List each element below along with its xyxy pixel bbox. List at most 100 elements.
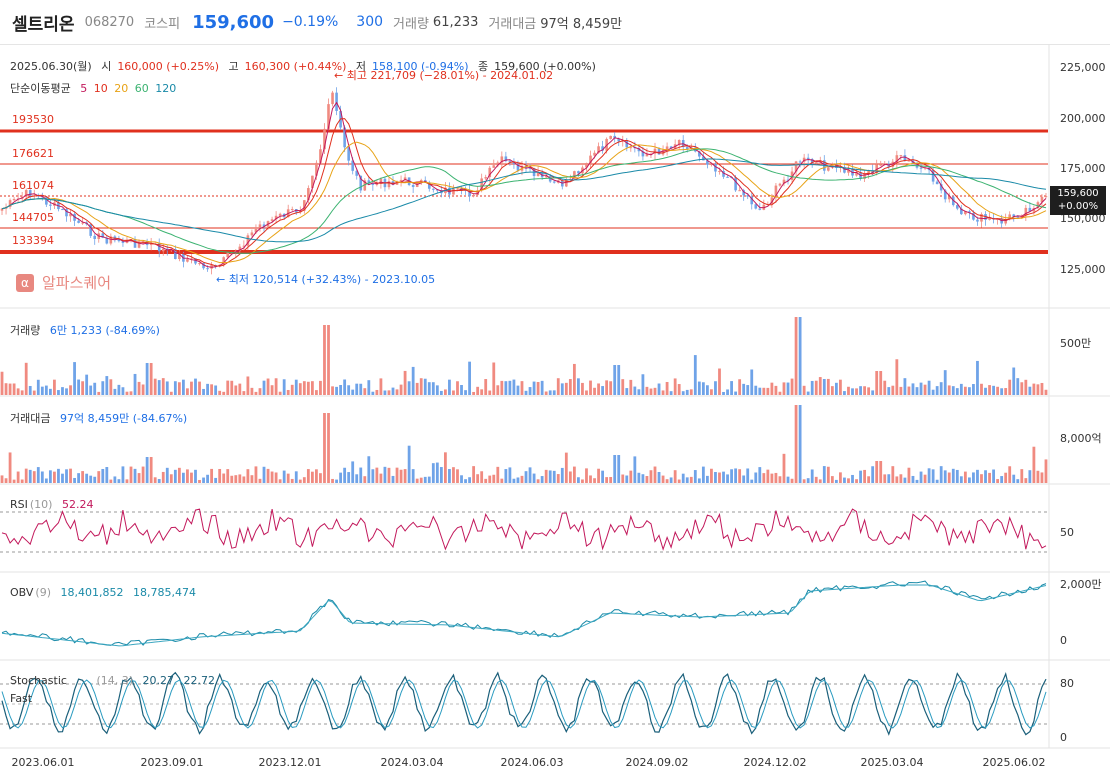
price-tick: 125,000: [1060, 263, 1106, 276]
volume-bar: [242, 391, 246, 395]
volume-bar: [826, 378, 830, 395]
volume-bar: [290, 384, 294, 395]
high-value: 160,300 (+0.44%): [244, 60, 347, 73]
candle-body: [827, 167, 830, 171]
candle-body: [12, 198, 16, 201]
volume-bar: [210, 384, 214, 395]
amount-bar: [915, 479, 919, 483]
volume-bar: [621, 379, 625, 395]
amount-bar: [339, 472, 342, 483]
volume-bar: [693, 355, 697, 395]
volume-bar: [875, 371, 879, 395]
volume-bar: [718, 368, 721, 395]
volume-bar: [536, 381, 540, 395]
amount-bar: [822, 466, 826, 483]
volume-bar: [927, 380, 931, 395]
volume-bar: [335, 386, 338, 395]
stock-chart-canvas[interactable]: [0, 0, 1110, 778]
amount-bar: [1012, 474, 1016, 483]
moving-average-legend[interactable]: 단순이동평균 5 10 20 60 120: [10, 80, 179, 96]
amount-bar: [480, 471, 484, 483]
amount-bar: [270, 471, 274, 483]
candle-body: [432, 188, 435, 190]
candle-body: [206, 268, 209, 270]
amount-bar: [210, 468, 214, 483]
last-price-change: +0.00%: [1057, 201, 1099, 212]
amount-bar: [689, 476, 693, 483]
volume-bar: [456, 381, 459, 395]
candle-body: [935, 181, 939, 185]
volume-bar: [746, 385, 750, 395]
amount-bar: [383, 466, 387, 483]
stochastic-legend: Stochastic (14, 3) 20.27 22.72: [10, 674, 221, 687]
amount-bar: [137, 473, 141, 483]
volume-bar: [810, 380, 814, 395]
amount-bar: [439, 467, 443, 483]
volume-bar: [597, 383, 600, 395]
volume-bar: [310, 381, 314, 395]
volume-bar: [133, 373, 137, 395]
amount-bar: [93, 476, 97, 483]
volume-bar: [254, 391, 258, 395]
volume-bar: [105, 376, 109, 395]
amount-bar: [57, 468, 60, 483]
candle-body: [798, 161, 802, 163]
volume-bar: [496, 385, 500, 395]
volume-bar: [173, 381, 177, 395]
amount-bar: [597, 468, 600, 483]
amount-bar: [298, 479, 302, 483]
candle-body: [758, 208, 762, 210]
volume-bar: [57, 390, 60, 395]
volume-bar: [141, 384, 145, 395]
volume-bar: [1012, 367, 1016, 395]
volume-bar: [177, 382, 181, 395]
amount-bar: [859, 470, 862, 483]
amount-bar: [496, 466, 500, 483]
amount-bar: [673, 470, 677, 483]
amount-bar: [645, 476, 649, 483]
volume-bar: [355, 383, 359, 395]
volume-bar: [20, 390, 24, 395]
x-axis-label: 2023.09.01: [140, 756, 204, 769]
volume-bar: [186, 388, 189, 395]
volume-bar: [907, 386, 911, 395]
volume-bar: [577, 378, 580, 395]
candle-body: [198, 263, 201, 265]
amount-bar: [53, 471, 56, 483]
amount-bar: [105, 467, 109, 483]
amount-bar: [101, 468, 105, 483]
amount-bar: [282, 470, 286, 483]
candle-body: [778, 183, 782, 186]
volume-bar: [500, 380, 504, 395]
volume-bar: [32, 390, 36, 395]
volume-bar: [706, 385, 709, 395]
amount-bar: [266, 468, 270, 483]
volume-bar: [411, 366, 415, 395]
amount-bar: [315, 469, 318, 483]
volume-bar: [802, 385, 806, 395]
volume-bar: [81, 381, 85, 395]
amount-bar: [73, 477, 76, 483]
amount-bar: [774, 472, 778, 483]
watermark-logo: α 알파스퀘어: [16, 272, 111, 293]
volume-bar: [319, 380, 322, 395]
volume-bar: [367, 380, 371, 395]
amount-bar: [601, 470, 604, 483]
amount-bar: [452, 467, 455, 483]
amount-bar: [198, 479, 201, 483]
volume-bar: [992, 385, 995, 395]
volume-bar: [1028, 386, 1032, 395]
amount-bar: [194, 469, 197, 483]
volume-bar: [44, 385, 48, 395]
amount-bar: [665, 479, 669, 483]
volume-bar: [214, 385, 218, 395]
amount-bar: [169, 474, 173, 483]
candle-body: [814, 162, 818, 164]
amount-bar: [992, 469, 995, 483]
amount-bar: [714, 472, 717, 483]
amount-bar: [552, 470, 556, 483]
volume-bar: [730, 381, 733, 395]
volume-bar: [145, 363, 149, 395]
volume-bar: [851, 388, 854, 395]
amount-bar: [278, 479, 282, 483]
